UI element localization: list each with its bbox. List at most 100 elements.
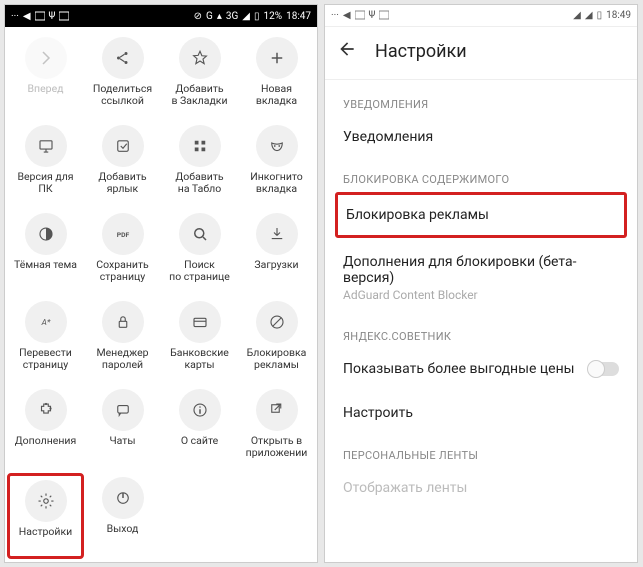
forward-icon: [25, 37, 67, 79]
ad-blocking-row[interactable]: Блокировка рекламы: [335, 192, 627, 238]
menu-item-card[interactable]: Банковские карты: [161, 297, 238, 383]
menu-item-label: Добавить ярлык: [98, 171, 146, 195]
menu-item-label: Вперед: [28, 83, 64, 95]
menu-item-label: Настройки: [19, 526, 72, 538]
star-icon: [179, 37, 221, 79]
chat-icon: [102, 389, 144, 431]
advisor-section-header: ЯНДЕКС.СОВЕТНИК: [325, 316, 637, 347]
send-icon: ◀: [343, 10, 351, 21]
menu-item-share[interactable]: Поделиться ссылкой: [84, 33, 161, 119]
extension-icon: [25, 389, 67, 431]
net-g-icon: G: [206, 11, 213, 22]
translate-icon: [25, 301, 67, 343]
menu-item-info[interactable]: О сайте: [161, 385, 238, 471]
usb-icon: Ψ: [369, 10, 376, 21]
settings-title: Настройки: [375, 41, 467, 62]
menu-item-chat[interactable]: Чаты: [84, 385, 161, 471]
status-bar: ··· ◀ Ψ ⊘ G ▴ 3G ◢ ▯ 12% 18:47: [5, 5, 317, 27]
send-icon: ◀: [23, 11, 31, 22]
menu-item-block[interactable]: Блокировка рекламы: [238, 297, 315, 383]
menu-item-label: Добавить на Табло: [175, 171, 223, 195]
clock: 18:47: [286, 11, 311, 22]
open-icon: [256, 389, 298, 431]
menu-item-label: Чаты: [109, 435, 135, 447]
menu-item-label: Инкогнито вкладка: [250, 171, 302, 195]
menu-item-label: Блокировка рекламы: [247, 347, 307, 371]
chat-icon: ···: [11, 11, 19, 22]
blocking-addons-label: Дополнения для блокировки (бета-версия): [343, 254, 619, 286]
menu-item-label: Менеджер паролей: [96, 347, 148, 371]
signal1-icon: ◢: [573, 10, 581, 21]
menu-item-mask[interactable]: Инкогнито вкладка: [238, 121, 315, 207]
wifi-icon: ⊘: [194, 11, 202, 22]
battery-pct: 12%: [264, 11, 283, 22]
card-icon: [35, 11, 45, 21]
share-icon: [102, 37, 144, 79]
menu-item-label: Открыть в приложении: [246, 435, 308, 459]
feeds-cut-row: Отображать ленты: [325, 466, 637, 496]
menu-item-label: Дополнения: [15, 435, 76, 447]
net-3g-icon: 3G: [226, 11, 238, 22]
card-icon: [355, 10, 365, 20]
browser-menu-grid: Вперед Поделиться ссылкой Добавить в Закла…: [5, 27, 317, 562]
menu-item-power[interactable]: Выход: [84, 473, 161, 559]
menu-item-extension[interactable]: Дополнения: [7, 385, 84, 471]
menu-item-plus[interactable]: Новая вкладка: [238, 33, 315, 119]
back-button[interactable]: [337, 39, 357, 63]
menu-item-label: Сохранить страницу: [96, 259, 148, 283]
menu-item-label: Тёмная тема: [14, 259, 77, 271]
signal2-icon: ◢: [242, 11, 250, 22]
notifications-section-header: УВЕДОМЛЕНИЯ: [325, 84, 637, 115]
clock: 18:49: [606, 10, 631, 21]
menu-item-label: Банковские карты: [170, 347, 229, 371]
blocking-addons-row[interactable]: Дополнения для блокировки (бета-версия) …: [325, 240, 637, 316]
menu-item-gear[interactable]: Настройки: [7, 473, 84, 559]
battery-icon: ▯: [254, 11, 260, 22]
block-icon: [256, 301, 298, 343]
desktop-icon: [25, 125, 67, 167]
msg-icon: [379, 10, 389, 20]
status-bar: ··· ◀ Ψ ◢ ◢ ▯ 18:49: [325, 5, 637, 27]
grid-icon: [179, 125, 221, 167]
menu-item-open[interactable]: Открыть в приложении: [238, 385, 315, 471]
menu-item-label: Поделиться ссылкой: [93, 83, 152, 107]
menu-item-label: Новая вкладка: [256, 83, 297, 107]
msg-icon: [59, 11, 69, 21]
menu-item-forward: Вперед: [7, 33, 84, 119]
menu-item-search[interactable]: Поиск по странице: [161, 209, 238, 295]
menu-item-grid[interactable]: Добавить на Табло: [161, 121, 238, 207]
power-icon: [102, 477, 144, 519]
menu-item-star[interactable]: Добавить в Закладки: [161, 33, 238, 119]
signal1-icon: ▴: [217, 11, 222, 22]
menu-item-pdf[interactable]: Сохранить страницу: [84, 209, 161, 295]
advisor-toggle-switch[interactable]: [589, 362, 619, 376]
menu-item-label: Добавить в Закладки: [171, 83, 227, 107]
blocking-addons-sub: AdGuard Content Blocker: [343, 288, 619, 302]
pdf-icon: [102, 213, 144, 255]
shortcut-icon: [102, 125, 144, 167]
advisor-toggle-label: Показывать более выгодные цены: [343, 361, 589, 377]
advisor-toggle-row[interactable]: Показывать более выгодные цены: [325, 347, 637, 391]
menu-item-download[interactable]: Загрузки: [238, 209, 315, 295]
notifications-row[interactable]: Уведомления: [325, 115, 637, 159]
mask-icon: [256, 125, 298, 167]
lock-icon: [102, 301, 144, 343]
menu-item-shortcut[interactable]: Добавить ярлык: [84, 121, 161, 207]
menu-item-lock[interactable]: Менеджер паролей: [84, 297, 161, 383]
menu-item-half[interactable]: Тёмная тема: [7, 209, 84, 295]
menu-item-label: О сайте: [181, 435, 218, 447]
plus-icon: [256, 37, 298, 79]
battery-icon: ▯: [597, 10, 603, 21]
menu-item-label: Поиск по странице: [169, 259, 230, 283]
signal2-icon: ◢: [585, 10, 593, 21]
info-icon: [179, 389, 221, 431]
usb-icon: Ψ: [49, 11, 56, 22]
menu-item-label: Выход: [107, 523, 139, 535]
left-phone-screenshot: ··· ◀ Ψ ⊘ G ▴ 3G ◢ ▯ 12% 18:47 Вперед Под…: [4, 4, 318, 563]
half-icon: [25, 213, 67, 255]
chat-icon: ···: [331, 10, 339, 21]
feeds-section-header: ПЕРСОНАЛЬНЫЕ ЛЕНТЫ: [325, 435, 637, 466]
menu-item-translate[interactable]: Перевести страницу: [7, 297, 84, 383]
advisor-configure-row[interactable]: Настроить: [325, 391, 637, 435]
menu-item-desktop[interactable]: Версия для ПК: [7, 121, 84, 207]
